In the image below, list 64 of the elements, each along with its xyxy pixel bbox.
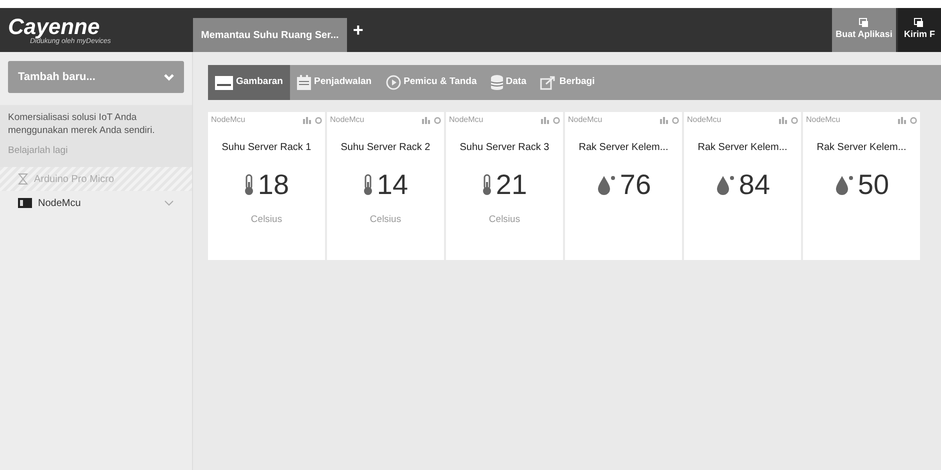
chart-icon[interactable] <box>541 116 550 124</box>
hourglass-icon <box>18 173 28 185</box>
widget-value: 21 <box>496 171 528 199</box>
widget-title: Rak Server Kelem... <box>816 141 908 155</box>
settings-icon[interactable] <box>434 116 441 124</box>
device-label: NodeMcu <box>330 114 364 126</box>
device-label: NodeMcu <box>806 114 840 126</box>
toolbar-tab[interactable]: Pemicu & Tanda <box>378 65 484 100</box>
device-label: NodeMcu <box>449 114 484 126</box>
device-item[interactable]: NodeMcu <box>0 191 192 215</box>
widget-value: 18 <box>258 171 290 199</box>
device-label: NodeMcu <box>211 114 246 126</box>
app-icon <box>914 18 924 28</box>
chart-icon[interactable] <box>303 116 312 124</box>
unit-label: Celsius <box>368 213 402 227</box>
device-label: NodeMcu <box>568 114 602 126</box>
droplet-icon <box>596 174 616 196</box>
settings-icon[interactable] <box>910 116 917 124</box>
chevron-down-icon <box>164 200 174 206</box>
thermometer-icon <box>482 174 492 196</box>
thermometer-icon <box>362 174 373 196</box>
toolbar-tab[interactable]: Gambaran <box>208 65 290 100</box>
chart-icon[interactable] <box>779 116 788 124</box>
add-new-dropdown[interactable]: Tambah baru... <box>8 61 184 93</box>
header-action-button[interactable]: Buat Aplikasi <box>832 8 896 52</box>
device-label: NodeMcu <box>687 114 722 126</box>
widget-title: Rak Server Kelem... <box>696 141 788 155</box>
project-tab[interactable]: Memantau Suhu Ruang Ser... <box>193 18 347 52</box>
settings-icon[interactable] <box>672 116 679 124</box>
learn-more-link[interactable]: Belajarlah lagi <box>8 145 68 156</box>
widget-title: Suhu Server Rack 1 <box>220 141 312 155</box>
header-action-button[interactable]: Kirim F <box>898 8 941 52</box>
widget-title: Suhu Server Rack 3 <box>458 141 550 155</box>
unit-label: Celsius <box>250 213 284 227</box>
chart-icon[interactable] <box>422 116 431 124</box>
logo: Cayenne <box>8 16 100 38</box>
board-icon <box>18 198 32 208</box>
droplet-icon <box>834 174 854 196</box>
share-icon <box>540 75 556 90</box>
thermometer-icon <box>244 174 254 196</box>
toolbar-tab[interactable]: Data <box>484 65 534 100</box>
chart-icon[interactable] <box>660 116 669 124</box>
chevron-down-icon <box>164 74 174 80</box>
settings-icon[interactable] <box>315 116 322 124</box>
calendar-icon <box>297 75 311 90</box>
add-tab-button[interactable]: + <box>352 21 364 39</box>
database-icon <box>490 75 503 90</box>
droplet-icon <box>714 174 735 196</box>
widget-title: Rak Server Kelem... <box>578 141 670 155</box>
widget-title: Suhu Server Rack 2 <box>340 141 432 155</box>
promo-text: Komersialisasi solusi IoT Anda menggunakan merek Anda sendiri. <box>8 111 156 137</box>
settings-icon[interactable] <box>553 116 560 124</box>
dashboard-icon <box>215 76 233 90</box>
chart-icon[interactable] <box>898 116 907 124</box>
widget-value: 50 <box>858 171 890 199</box>
app-icon <box>858 18 869 28</box>
toolbar-tab[interactable]: Penjadwalan <box>290 65 379 100</box>
settings-icon[interactable] <box>791 116 798 124</box>
toolbar-tab[interactable]: Berbagi <box>533 65 602 100</box>
unit-label: Celsius <box>488 213 522 227</box>
widget-value: 84 <box>738 171 770 199</box>
widget-value: 76 <box>620 171 652 199</box>
widget-value: 14 <box>376 171 408 199</box>
play-circle-icon <box>386 75 401 90</box>
